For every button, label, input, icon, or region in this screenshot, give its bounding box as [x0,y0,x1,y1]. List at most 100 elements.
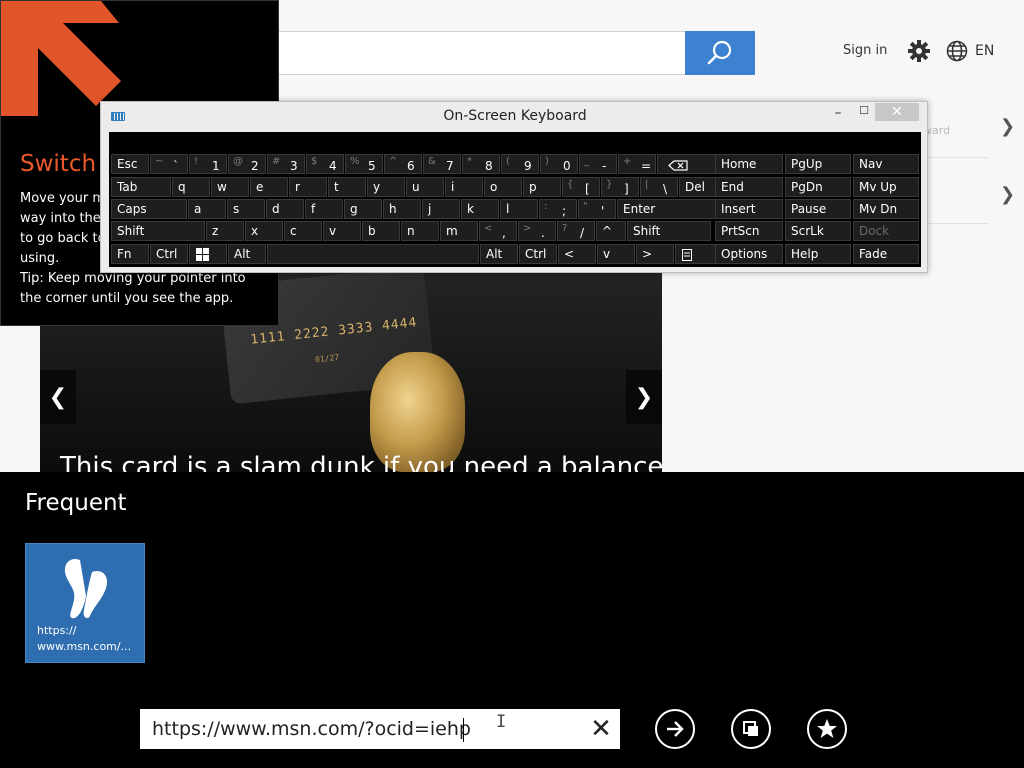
key-x[interactable]: x [245,221,283,241]
key-5[interactable]: % 5 [345,154,383,174]
key-options[interactable]: Options [715,244,783,264]
key-esc[interactable]: Esc [111,154,149,174]
key-n[interactable]: n [401,221,439,241]
close-button[interactable]: ✕ [875,103,919,121]
key-b[interactable]: b [362,221,400,241]
key-symbol[interactable]: ? / [557,221,595,241]
address-input[interactable]: https://www.msn.com/?ocid=iehp [152,718,471,740]
key-symbol[interactable]: > [636,244,674,264]
key-symbol[interactable]: | \ [640,177,678,197]
key-d[interactable]: d [266,199,304,219]
key-8[interactable]: * 8 [462,154,500,174]
key-home[interactable]: Home [715,154,783,174]
hero-caption[interactable]: This card is a slam dunk if you need a b… [60,452,663,472]
key-symbol[interactable]: ^ [596,221,626,241]
language-selector[interactable]: EN [975,43,994,59]
key-prtscn[interactable]: PrtScn [715,221,783,241]
key-pause[interactable]: Pause [785,199,851,219]
key-shift[interactable]: Shift [111,221,205,241]
key-scrlk[interactable]: ScrLk [785,221,851,241]
key-symbol[interactable]: }] [601,177,639,197]
key-insert[interactable]: Insert [715,199,783,219]
sign-in-link[interactable]: Sign in [843,43,887,58]
key-h[interactable]: h [383,199,421,219]
key-dock[interactable]: Dock [853,221,919,241]
key-fade[interactable]: Fade [853,244,919,264]
key-s[interactable]: s [227,199,265,219]
key-mv-dn[interactable]: Mv Dn [853,199,919,219]
key-ctrl[interactable]: Ctrl [150,244,188,264]
key-label: 8 [485,159,493,173]
key-v[interactable]: v [597,244,635,264]
key-mv-up[interactable]: Mv Up [853,177,919,197]
key-ctrl[interactable]: Ctrl [519,244,557,264]
gear-icon[interactable] [908,40,930,66]
favorites-button[interactable] [807,709,847,749]
key-u[interactable]: u [406,177,444,197]
key-i[interactable]: i [445,177,483,197]
maximize-button[interactable]: ☐ [855,104,873,117]
key-z[interactable]: z [206,221,244,241]
switch-tip-title: Switch [20,151,97,177]
key-o[interactable]: o [484,177,522,197]
key-v[interactable]: v [323,221,361,241]
key-shift[interactable]: Shift [627,221,711,241]
search-button[interactable] [685,31,755,75]
key-enter[interactable]: Enter [617,199,725,219]
key-f[interactable]: f [305,199,343,219]
key-j[interactable]: j [422,199,460,219]
key-help[interactable]: Help [785,244,851,264]
tabs-button[interactable] [731,709,771,749]
key-symbol[interactable]: :; [539,199,577,219]
key-nav[interactable]: Nav [853,154,919,174]
key-alt[interactable]: Alt [228,244,266,264]
go-button[interactable] [655,709,695,749]
minimize-button[interactable]: – [829,105,847,121]
key-w[interactable]: w [211,177,249,197]
key-2[interactable]: @2 [228,154,266,174]
on-screen-keyboard-window[interactable]: On-Screen Keyboard – ☐ ✕ Esc ~ `! 1 @2 #3 $4% 5… [100,101,928,273]
key-symbol[interactable]: <, [479,221,517,241]
globe-icon[interactable] [946,40,968,66]
key-0[interactable]: ) 0 [540,154,578,174]
key-pgup[interactable]: PgUp [785,154,851,174]
key-symbol[interactable]: + = [618,154,656,174]
key-k[interactable]: k [461,199,499,219]
key-alt[interactable]: Alt [480,244,518,264]
key-symbol[interactable]: ~ ` [150,154,188,174]
clear-address-button[interactable]: ✕ [587,714,615,744]
key-9[interactable]: (9 [501,154,539,174]
key-m[interactable]: m [440,221,478,241]
key-7[interactable]: & 7 [423,154,461,174]
key-symbol[interactable]: >. [518,221,556,241]
key-symbol[interactable]: < [558,244,596,264]
key-y[interactable]: y [367,177,405,197]
key-fn[interactable]: Fn [111,244,149,264]
key-4[interactable]: $4 [306,154,344,174]
key-1[interactable]: ! 1 [189,154,227,174]
key-t[interactable]: t [328,177,366,197]
key-3[interactable]: #3 [267,154,305,174]
carousel-next-button[interactable]: ❯ [626,370,662,424]
key-l[interactable]: l [500,199,538,219]
key-r[interactable]: r [289,177,327,197]
key-pgdn[interactable]: PgDn [785,177,851,197]
backspace-key[interactable] [657,154,717,174]
key-e[interactable]: e [250,177,288,197]
key-g[interactable]: g [344,199,382,219]
key-end[interactable]: End [715,177,783,197]
key-symbol[interactable]: " ' [578,199,616,219]
key-6[interactable]: ^ 6 [384,154,422,174]
key-caps[interactable]: Caps [111,199,187,219]
key-symbol[interactable]: _ - [579,154,617,174]
carousel-prev-button[interactable]: ❮ [40,370,76,424]
key-tab[interactable]: Tab [111,177,171,197]
key-p[interactable]: p [523,177,561,197]
key-q[interactable]: q [172,177,210,197]
space-key[interactable] [267,244,479,264]
search-input[interactable] [270,31,686,75]
key-a[interactable]: a [188,199,226,219]
key-c[interactable]: c [284,221,322,241]
windows-logo-key[interactable] [189,244,227,264]
key-symbol[interactable]: {[ [562,177,600,197]
